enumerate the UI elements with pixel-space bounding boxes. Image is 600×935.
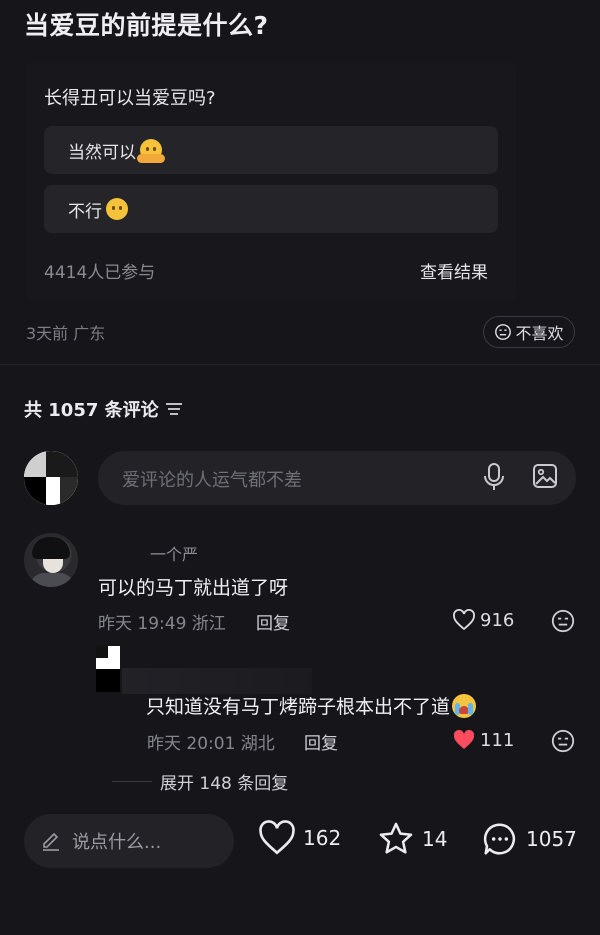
post-comment-count: 1057	[526, 827, 577, 851]
divider	[0, 364, 600, 365]
microphone-icon[interactable]	[482, 462, 506, 496]
expand-replies-button[interactable]: 展开 148 条回复	[160, 769, 288, 794]
sort-icon	[165, 403, 182, 415]
image-icon[interactable]	[532, 463, 558, 493]
comment-text: 可以的马丁就出道了呀	[98, 577, 289, 599]
reply-text-row: 只知道没有马丁烤蹄子根本出不了道	[146, 692, 477, 719]
poll-participants: 4414人已参与	[44, 263, 156, 283]
heart-outline-icon	[453, 609, 475, 631]
chat-bubble-icon	[483, 823, 516, 855]
poll-option-label: 不行	[68, 201, 102, 222]
post-comment-button[interactable]: 1057	[480, 820, 577, 858]
replier-name-redacted	[122, 668, 312, 694]
comment-input-placeholder: 爱评论的人运气都不差	[122, 470, 302, 491]
comment-count-header[interactable]: 共 1057 条评论	[24, 396, 183, 422]
expand-divider	[112, 781, 152, 782]
post-time-location: 3天前 广东	[26, 324, 106, 343]
poll-question: 长得丑可以当爱豆吗?	[44, 88, 216, 109]
replier-avatar[interactable]	[96, 646, 120, 692]
heart-filled-icon	[453, 729, 475, 749]
post-like-count: 162	[303, 826, 342, 850]
poll-option-yes[interactable]: 当然可以	[44, 126, 498, 174]
comment-like-count: 916	[480, 609, 515, 631]
comment-time-location: 昨天 19:49 浙江	[98, 614, 226, 634]
reply-text: 只知道没有马丁烤蹄子根本出不了道	[146, 696, 451, 718]
reply-like-count: 111	[480, 729, 515, 751]
bottom-comment-input[interactable]: 说点什么...	[24, 814, 234, 868]
hugging-face-emoji-icon	[137, 139, 165, 163]
post-title: 当爱豆的前提是什么?	[24, 11, 269, 40]
meh-face-icon	[495, 324, 512, 340]
commenter-avatar[interactable]	[24, 533, 78, 587]
bottom-input-placeholder: 说点什么...	[72, 832, 162, 853]
comment-dislike-icon[interactable]	[551, 609, 575, 637]
reply-like-button[interactable]: 111	[452, 729, 514, 751]
pencil-icon	[43, 832, 59, 851]
comment-like-button[interactable]: 916	[452, 609, 514, 631]
crying-face-emoji-icon	[452, 693, 477, 718]
star-outline-icon	[379, 822, 413, 854]
post-favorite-button[interactable]: 14	[376, 820, 447, 858]
reply-time-location: 昨天 20:01 湖北	[147, 734, 275, 754]
post-favorite-count: 14	[422, 827, 448, 851]
heart-outline-icon	[259, 820, 295, 855]
no-mouth-face-emoji-icon	[106, 198, 128, 220]
reply-reply-button[interactable]: 回复	[304, 729, 338, 754]
comment-total: 共 1057 条评论	[24, 400, 159, 421]
reply-dislike-icon[interactable]	[551, 729, 575, 757]
comment-reply-button[interactable]: 回复	[256, 609, 290, 634]
dislike-button[interactable]: 不喜欢	[483, 316, 575, 348]
poll-option-label: 当然可以	[68, 142, 136, 163]
dislike-label: 不喜欢	[515, 324, 564, 343]
comment-username[interactable]: 一个严	[150, 541, 198, 565]
poll-option-no[interactable]: 不行	[44, 185, 498, 233]
view-results-link[interactable]: 查看结果	[420, 258, 488, 283]
my-avatar	[24, 451, 78, 505]
post-like-button[interactable]: 162	[257, 820, 341, 856]
